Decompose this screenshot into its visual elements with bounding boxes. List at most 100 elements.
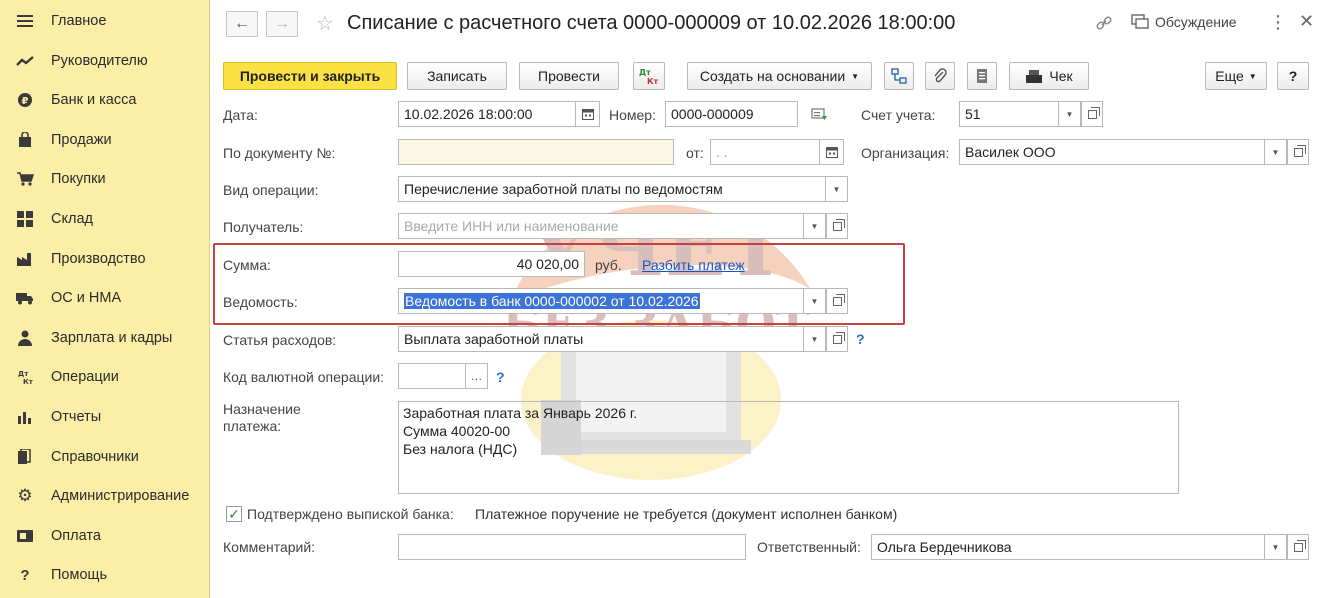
- date-label: Дата:: [223, 107, 258, 123]
- attach-button[interactable]: [925, 62, 955, 90]
- discussion-button[interactable]: Обсуждение: [1131, 14, 1237, 30]
- sidebar-item-assets[interactable]: ОС и НМА: [0, 283, 209, 313]
- number-field[interactable]: 0000-000009: [665, 101, 798, 127]
- sidebar-item-main[interactable]: Главное: [0, 6, 209, 36]
- calendar-button[interactable]: [576, 101, 600, 127]
- post-button[interactable]: Провести: [519, 62, 619, 90]
- sidebar-item-manager[interactable]: Руководителю: [0, 46, 209, 76]
- sidebar-item-label: Покупки: [51, 171, 106, 187]
- responsible-dropdown-button[interactable]: ▼: [1265, 534, 1287, 560]
- dt-kt-button[interactable]: Дт Кт: [633, 62, 665, 90]
- more-vert-icon[interactable]: ⋮: [1269, 12, 1287, 33]
- discussion-label: Обсуждение: [1155, 14, 1237, 30]
- sidebar-item-label: ОС и НМА: [51, 290, 122, 306]
- number-edit-icon[interactable]: [811, 107, 829, 124]
- create-based-on-button[interactable]: Создать на основании ▼: [687, 62, 872, 90]
- expense-help-icon[interactable]: ?: [856, 331, 865, 347]
- expense-item-dropdown-button[interactable]: ▼: [804, 326, 826, 352]
- statement-dropdown-button[interactable]: ▼: [804, 288, 826, 314]
- responsible-label: Ответственный:: [757, 539, 861, 555]
- sidebar-item-label: Справочники: [51, 449, 139, 465]
- sidebar-item-bank[interactable]: ₽ Банк и касса: [0, 85, 209, 115]
- save-button[interactable]: Записать: [407, 62, 507, 90]
- account-dropdown-button[interactable]: ▼: [1059, 101, 1081, 127]
- operation-type-field[interactable]: Перечисление заработной платы по ведомос…: [398, 176, 826, 202]
- expense-item-label: Статья расходов:: [223, 332, 337, 348]
- help-button[interactable]: ?: [1277, 62, 1309, 90]
- recipient-open-button[interactable]: [826, 213, 848, 239]
- statement-open-button[interactable]: [826, 288, 848, 314]
- link-icon[interactable]: [1095, 14, 1113, 35]
- sidebar-item-payment[interactable]: Оплата: [0, 521, 209, 551]
- forward-button[interactable]: →: [266, 11, 298, 37]
- sidebar-item-production[interactable]: Производство: [0, 244, 209, 274]
- grid-icon: [16, 210, 34, 228]
- account-open-button[interactable]: [1081, 101, 1103, 127]
- hierarchy-icon: [891, 68, 907, 84]
- chevron-down-icon: ▼: [832, 184, 841, 194]
- sum-field[interactable]: 40 020,00: [398, 251, 585, 277]
- sidebar-item-directories[interactable]: Справочники: [0, 442, 209, 472]
- currency-operation-select-button[interactable]: …: [466, 363, 488, 389]
- dt-kt-icon: ДтКт: [639, 68, 659, 85]
- chevron-down-icon: ▼: [1248, 71, 1257, 81]
- sidebar-item-label: Склад: [51, 211, 93, 227]
- expense-item-open-button[interactable]: [826, 326, 848, 352]
- sidebar-item-salary[interactable]: Зарплата и кадры: [0, 323, 209, 353]
- recipient-field[interactable]: Введите ИНН или наименование: [398, 213, 804, 239]
- sidebar-item-warehouse[interactable]: Склад: [0, 204, 209, 234]
- organization-dropdown-button[interactable]: ▼: [1265, 139, 1287, 165]
- document-icon: [977, 69, 987, 83]
- structure-button[interactable]: [884, 62, 914, 90]
- bank-confirmed-checkbox[interactable]: ✓: [226, 506, 242, 522]
- doc-number-label: По документу №:: [223, 145, 336, 161]
- organization-field[interactable]: Василек ООО: [959, 139, 1265, 165]
- recipient-dropdown-button[interactable]: ▼: [804, 213, 826, 239]
- receipt-label: Чек: [1049, 68, 1073, 84]
- person-icon: [16, 329, 34, 347]
- page-title: Списание с расчетного счета 0000-000009 …: [347, 12, 956, 34]
- doc-number-field[interactable]: [398, 139, 674, 165]
- organization-label: Организация:: [861, 145, 950, 161]
- operation-type-dropdown-button[interactable]: ▼: [826, 176, 848, 202]
- open-icon: [1293, 539, 1306, 552]
- more-button[interactable]: Еще ▼: [1205, 62, 1267, 90]
- post-and-close-button[interactable]: Провести и закрыть: [223, 62, 397, 90]
- responsible-field[interactable]: Ольга Бердечникова: [871, 534, 1265, 560]
- organization-open-button[interactable]: [1287, 139, 1309, 165]
- from-calendar-button[interactable]: [820, 139, 844, 165]
- sidebar-item-purchases[interactable]: Покупки: [0, 164, 209, 194]
- close-icon[interactable]: ✕: [1299, 11, 1314, 32]
- star-icon[interactable]: ☆: [316, 11, 334, 36]
- sidebar-item-label: Оплата: [51, 528, 101, 544]
- recipient-label: Получатель:: [223, 219, 304, 235]
- statement-field[interactable]: Ведомость в банк 0000-000002 от 10.02.20…: [398, 288, 804, 314]
- sidebar-item-operations[interactable]: Дт Кт Операции: [0, 362, 209, 392]
- back-button[interactable]: ←: [226, 11, 258, 37]
- payment-icon: [16, 527, 34, 545]
- comment-field[interactable]: [398, 534, 746, 560]
- receipt-button[interactable]: Чек: [1009, 62, 1089, 90]
- sidebar-item-label: Отчеты: [51, 409, 102, 425]
- sidebar-item-reports[interactable]: Отчеты: [0, 402, 209, 432]
- expense-item-field[interactable]: Выплата заработной платы: [398, 326, 804, 352]
- print-button[interactable]: [967, 62, 997, 90]
- document-form: УЧЕТ БЕЗ ЗАБОТ ← → ☆ Списание с расчетно…: [211, 0, 1331, 598]
- currency-operation-field[interactable]: [398, 363, 466, 389]
- sidebar-item-admin[interactable]: ⚙ Администрирование: [0, 481, 209, 511]
- from-date-field[interactable]: . .: [710, 139, 820, 165]
- split-payment-link[interactable]: Разбить платеж: [642, 257, 745, 273]
- date-field[interactable]: 10.02.2026 18:00:00: [398, 101, 576, 127]
- responsible-open-button[interactable]: [1287, 534, 1309, 560]
- currency-operation-help-icon[interactable]: ?: [496, 369, 505, 385]
- payment-purpose-textarea[interactable]: Заработная плата за Январь 2026 г. Сумма…: [398, 401, 1179, 494]
- arrow-left-icon: ←: [234, 15, 250, 32]
- bag-icon: [16, 131, 34, 149]
- sidebar-item-sales[interactable]: Продажи: [0, 125, 209, 155]
- account-field[interactable]: 51: [959, 101, 1059, 127]
- books-icon: [16, 448, 34, 466]
- more-label: Еще: [1215, 68, 1244, 84]
- sidebar-item-help[interactable]: ? Помощь: [0, 560, 209, 590]
- truck-icon: [16, 289, 34, 307]
- statement-value: Ведомость в банк 0000-000002 от 10.02.20…: [404, 293, 700, 309]
